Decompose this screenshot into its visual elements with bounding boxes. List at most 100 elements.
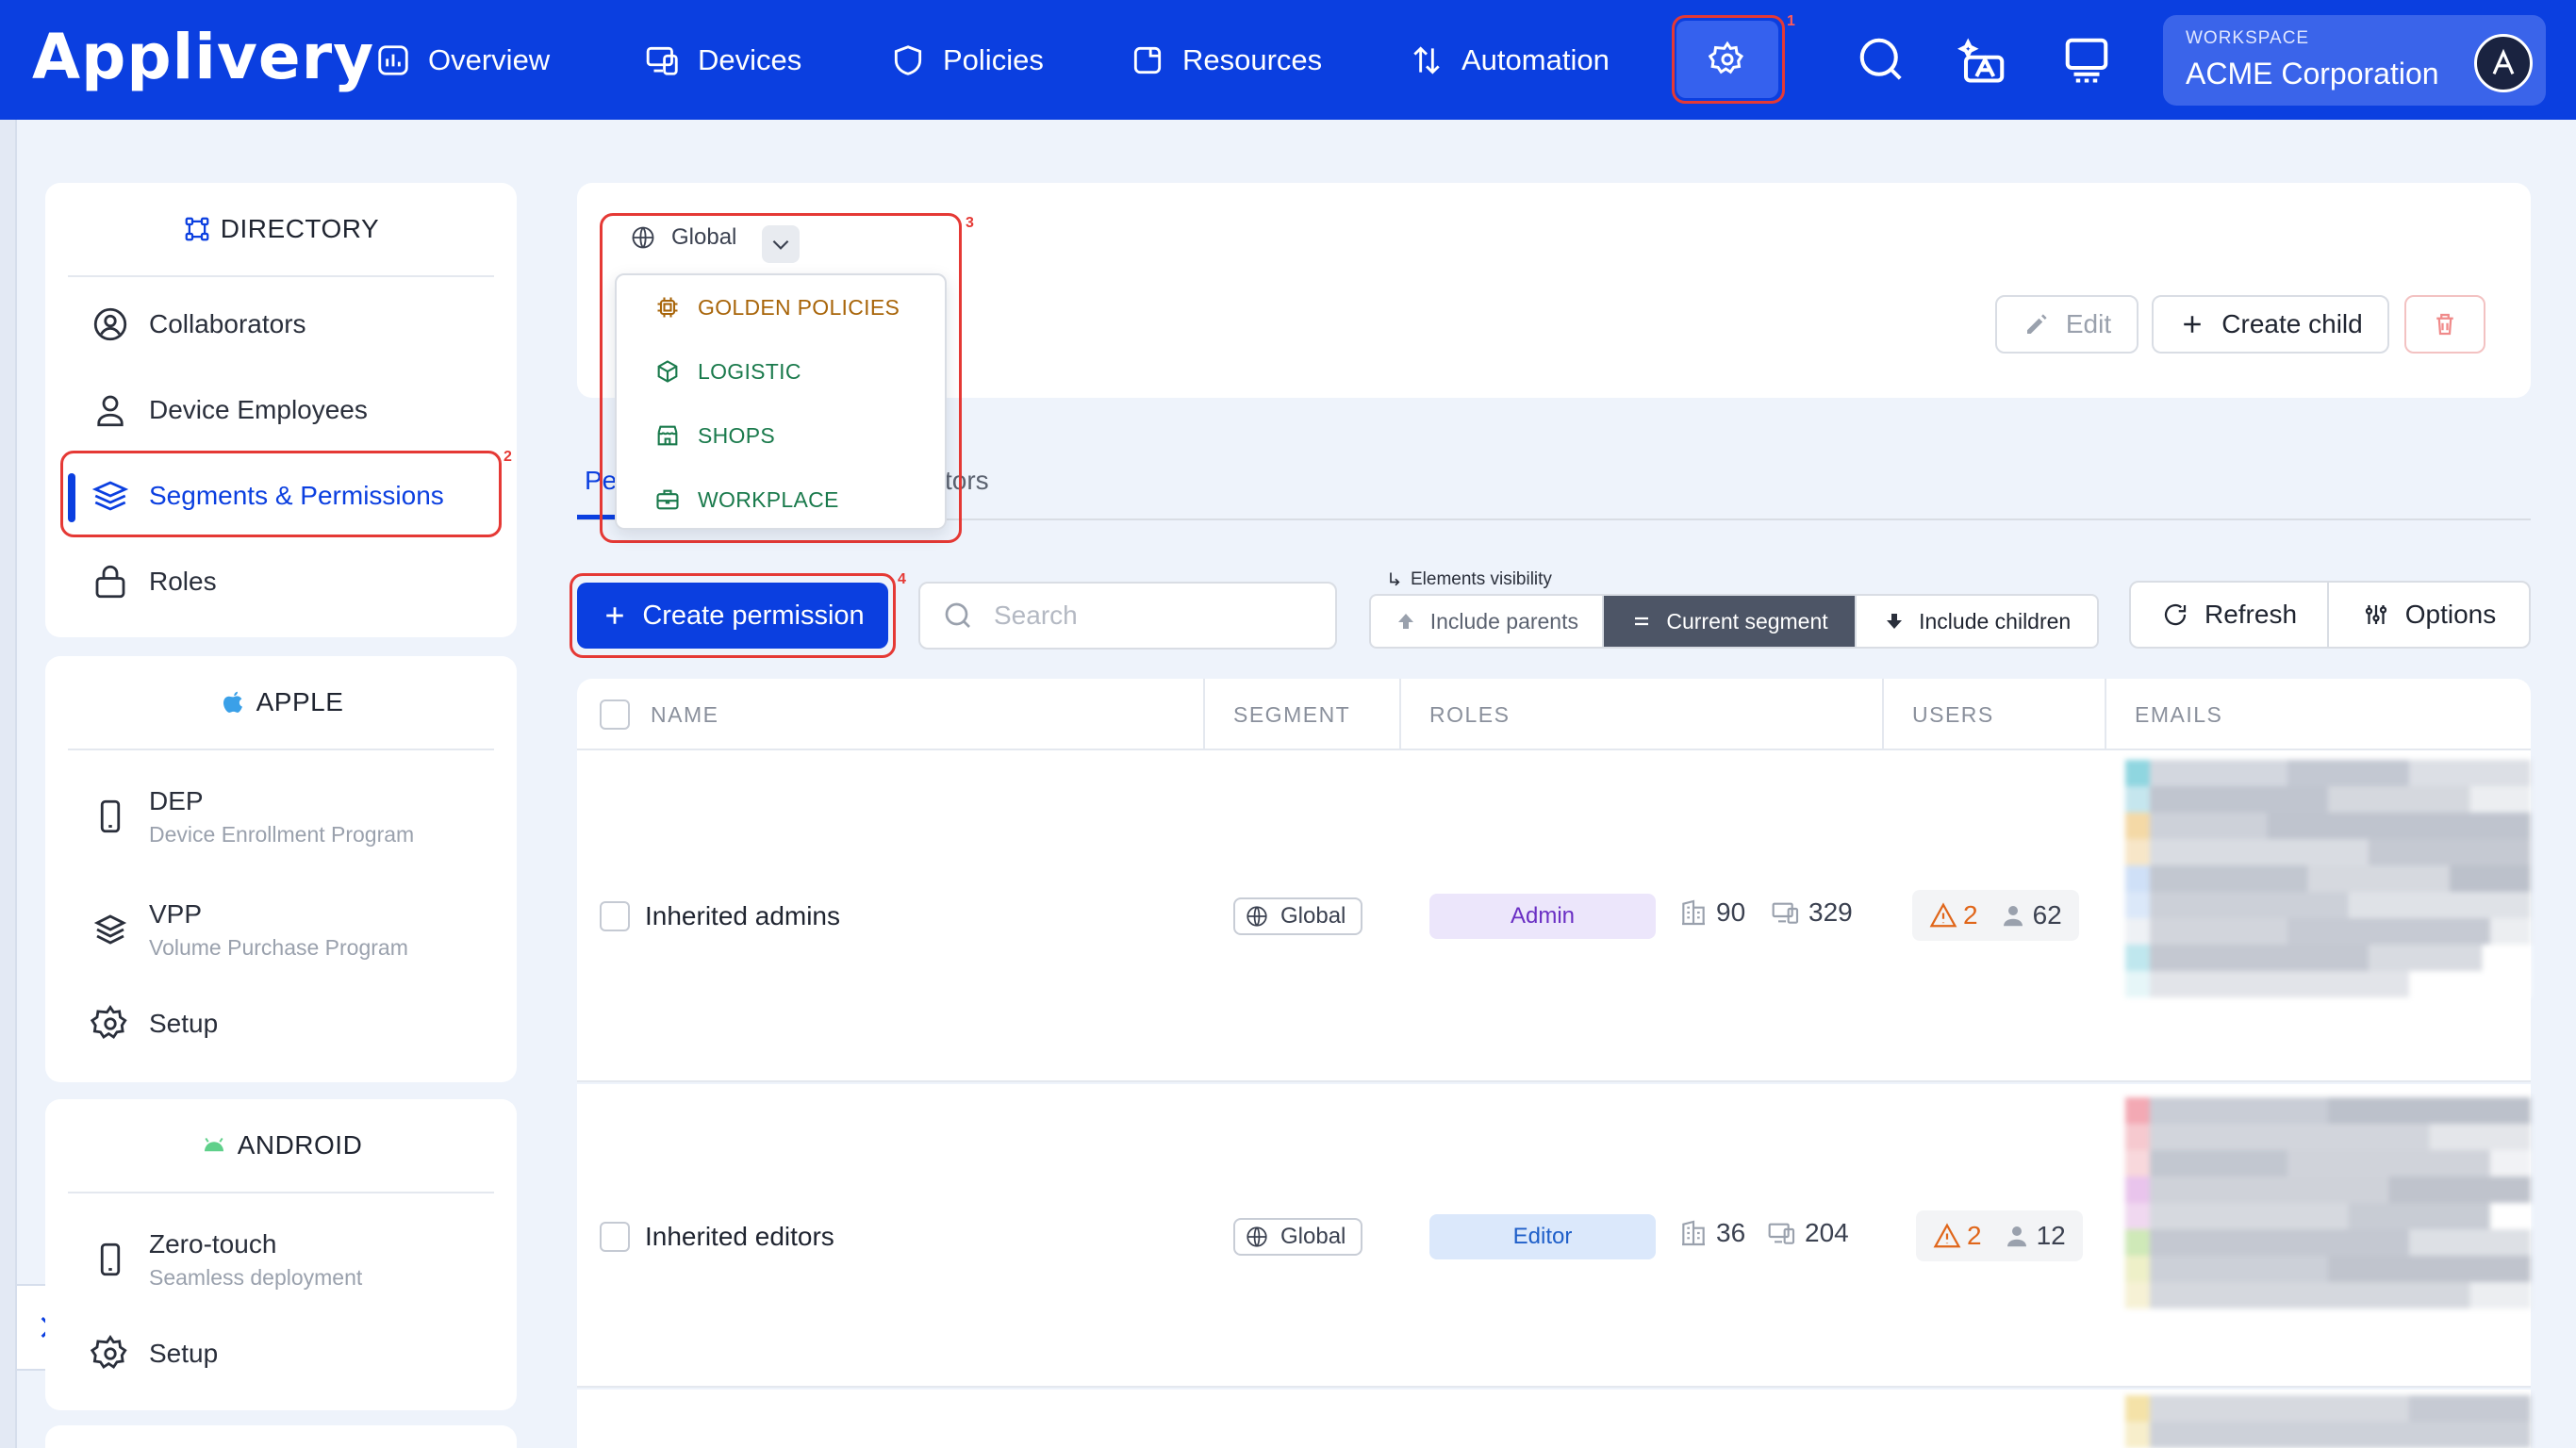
row-checkbox[interactable]	[600, 1222, 630, 1252]
building-icon	[1682, 899, 1705, 926]
create-child-label: Create child	[2221, 309, 2363, 338]
delete-button[interactable]	[2404, 295, 2485, 354]
chevron-down-icon	[772, 239, 789, 250]
ai-assistant-icon[interactable]	[1957, 34, 2008, 85]
user-icon	[2003, 906, 2023, 927]
refresh-button[interactable]: Refresh	[2129, 581, 2329, 649]
callout-2: 2	[504, 449, 512, 465]
user-icon	[2006, 1226, 2026, 1247]
buildings-count: 36	[1678, 1218, 1745, 1248]
segment-option-shops[interactable]: SHOPS	[654, 422, 775, 449]
workspace-avatar	[2474, 34, 2533, 92]
column-divider	[1203, 679, 1205, 750]
column-roles[interactable]: ROLES	[1429, 679, 1510, 750]
edit-button[interactable]: Edit	[1995, 295, 2138, 354]
nav-automation-label: Automation	[1461, 43, 1610, 76]
plus-icon	[606, 607, 624, 624]
sidebar-item-zero-touch[interactable]: Zero-touch Seamless deployment	[68, 1209, 494, 1310]
role-badge: Admin	[1429, 894, 1656, 939]
include-parents-label: Include parents	[1429, 608, 1578, 634]
segment-pill-label: Global	[1280, 1224, 1346, 1249]
sidebar-item-label: Device Employees	[149, 395, 368, 424]
android-card: ANDROID Zero-touch Seamless deployment Se…	[45, 1099, 517, 1410]
nav-resources[interactable]: Resources	[1130, 36, 1322, 85]
sidebar-item-apple-setup[interactable]: Setup	[68, 982, 494, 1065]
globe-icon	[1247, 1226, 1267, 1247]
segment-option-logistic[interactable]: LOGISTIC	[654, 358, 801, 385]
equals-icon	[1635, 617, 1649, 626]
create-child-button[interactable]: Create child	[2152, 295, 2389, 354]
users-summary[interactable]: 2 62	[1912, 890, 2079, 941]
nav-automation[interactable]: Automation	[1409, 36, 1610, 85]
include-children-option[interactable]: Include children	[1857, 596, 2097, 647]
plus-icon	[2184, 316, 2202, 333]
applivery-logo-icon	[2492, 48, 2515, 74]
directory-title: DIRECTORY	[68, 183, 494, 277]
trash-icon	[2436, 313, 2453, 336]
building-icon	[1682, 1220, 1705, 1246]
segment-dropdown-toggle[interactable]	[762, 225, 800, 263]
segment-selector[interactable]: Global	[630, 224, 736, 251]
edit-label: Edit	[2065, 309, 2112, 338]
emails-redacted	[2125, 760, 2531, 1073]
refresh-label: Refresh	[2204, 600, 2298, 629]
column-divider	[1882, 679, 1884, 750]
nav-devices[interactable]: Devices	[645, 36, 801, 85]
segment-option-label: WORKPLACE	[698, 486, 839, 512]
users-summary[interactable]: 2 12	[1916, 1210, 2083, 1261]
sidebar-item-roles[interactable]: Roles	[68, 540, 494, 623]
briefcase-icon	[656, 489, 679, 510]
workspace-switcher[interactable]: WORKSPACE ACME Corporation	[2163, 15, 2546, 106]
row-name: Inherited admins	[645, 901, 841, 930]
select-all-checkbox[interactable]	[600, 699, 630, 730]
devices-value: 204	[1805, 1218, 1849, 1247]
sidebar-item-vpp[interactable]: VPP Volume Purchase Program	[68, 879, 494, 980]
column-emails[interactable]: EMAILS	[2135, 679, 2222, 750]
options-label: Options	[2404, 600, 2497, 629]
refresh-icon	[2164, 603, 2187, 626]
sidebar-item-device-employees[interactable]: Device Employees	[68, 369, 494, 452]
nav-policies[interactable]: Policies	[890, 36, 1044, 85]
segment-selected-label: Global	[671, 224, 737, 250]
include-children-label: Include children	[1919, 608, 2072, 634]
globe-icon	[632, 226, 654, 249]
devices-icon	[1772, 902, 1799, 924]
android-title: ANDROID	[68, 1099, 494, 1193]
row-name: Inherited editors	[645, 1222, 834, 1251]
row-checkbox[interactable]	[600, 901, 630, 931]
devices-count: 329	[1771, 897, 1853, 928]
terminal-icon[interactable]	[2061, 34, 2112, 85]
globe-icon	[1247, 906, 1267, 927]
buildings-count: 90	[1678, 897, 1745, 928]
nav-policies-label: Policies	[943, 43, 1044, 76]
create-permission-button[interactable]: Create permission	[577, 583, 888, 649]
arrow-down-icon	[1887, 614, 1903, 629]
stack-icon	[93, 914, 127, 945]
column-segment[interactable]: SEGMENT	[1233, 679, 1350, 750]
column-users[interactable]: USERS	[1912, 679, 1994, 750]
segment-option-golden-policies[interactable]: GOLDEN POLICIES	[654, 294, 900, 321]
zero-touch-subtitle: Seamless deployment	[149, 1264, 363, 1290]
settings-button[interactable]	[1676, 21, 1778, 98]
sidebar-item-collaborators[interactable]: Collaborators	[68, 283, 494, 366]
app-logo[interactable]: Applivery	[32, 21, 374, 93]
search-input[interactable]	[994, 601, 1314, 631]
segment-option-label: SHOPS	[698, 422, 776, 448]
directory-icon	[185, 217, 209, 241]
nav-overview[interactable]: Overview	[375, 36, 550, 85]
current-segment-label: Current segment	[1666, 608, 1828, 634]
callout-3: 3	[966, 215, 974, 231]
segment-option-workplace[interactable]: WORKPLACE	[654, 486, 839, 513]
search-icon[interactable]	[1856, 34, 1907, 85]
sidebar-item-android-setup[interactable]: Setup	[68, 1312, 494, 1395]
apple-title: APPLE	[68, 656, 494, 750]
include-parents-option[interactable]: Include parents	[1371, 596, 1604, 647]
options-button[interactable]: Options	[2327, 581, 2531, 649]
segment-pill-label: Global	[1280, 903, 1346, 929]
current-segment-option[interactable]: Current segment	[1603, 596, 1858, 647]
devices-icon	[1768, 1223, 1795, 1244]
sidebar-item-dep[interactable]: DEP Device Enrollment Program	[68, 765, 494, 867]
column-name[interactable]: NAME	[651, 679, 718, 750]
visibility-toggle: Include parents Current segment Include …	[1369, 594, 2099, 649]
devices-icon	[646, 46, 678, 75]
